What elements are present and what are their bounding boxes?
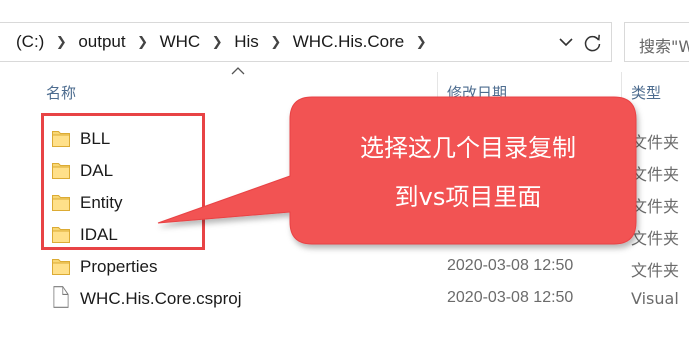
refresh-icon[interactable] <box>582 32 604 54</box>
callout-line-1: 选择这几个目录复制 <box>360 134 576 162</box>
file-type: 文件夹 <box>631 229 680 248</box>
column-divider[interactable] <box>437 72 438 108</box>
chevron-right-icon[interactable]: ❯ <box>261 34 291 50</box>
chevron-right-icon[interactable]: ❯ <box>406 34 436 50</box>
chevron-down-icon[interactable] <box>556 32 576 52</box>
file-row-properties[interactable]: Properties 2020-03-08 12:50 文件夹 <box>0 251 689 283</box>
breadcrumb-drive[interactable]: (C:) <box>14 32 46 52</box>
file-type: 文件夹 <box>631 261 680 280</box>
column-divider[interactable] <box>621 72 622 108</box>
file-date: 2020-03-08 12:50 <box>447 289 574 306</box>
breadcrumb-whc[interactable]: WHC <box>158 32 203 52</box>
file-icon <box>53 286 69 308</box>
file-type: 文件夹 <box>631 197 680 216</box>
column-header-name[interactable]: 名称 <box>46 82 76 103</box>
breadcrumb-output[interactable]: output <box>76 32 127 52</box>
chevron-right-icon[interactable]: ❯ <box>128 34 158 50</box>
folder-icon <box>52 259 70 275</box>
file-type: Visual <box>631 289 679 308</box>
chevron-right-icon[interactable]: ❯ <box>46 34 76 50</box>
breadcrumb-whc-his-core[interactable]: WHC.His.Core <box>291 32 406 52</box>
search-input[interactable]: 搜索"W <box>624 22 689 62</box>
callout-line-2: 到vs项目里面 <box>394 183 542 211</box>
search-placeholder: 搜索"W <box>639 37 689 56</box>
file-date: 2020-03-08 12:50 <box>447 225 574 242</box>
file-date: 2020-03-08 12:50 <box>447 257 574 274</box>
column-header-date[interactable]: 修改日期 <box>447 82 507 103</box>
file-name: WHC.His.Core.csproj <box>80 289 242 308</box>
file-row-csproj[interactable]: WHC.His.Core.csproj 2020-03-08 12:50 Vis… <box>0 283 689 315</box>
file-type: 文件夹 <box>631 133 680 152</box>
breadcrumb-his[interactable]: His <box>232 32 261 52</box>
column-header-type[interactable]: 类型 <box>631 82 661 103</box>
sort-up-icon <box>231 67 245 75</box>
highlight-box <box>41 113 205 250</box>
breadcrumb: (C:) ❯ output ❯ WHC ❯ His ❯ WHC.His.Core… <box>14 23 436 61</box>
chevron-right-icon[interactable]: ❯ <box>202 34 232 50</box>
address-bar[interactable]: (C:) ❯ output ❯ WHC ❯ His ❯ WHC.His.Core… <box>0 22 612 62</box>
file-type: 文件夹 <box>631 165 680 184</box>
file-name: Properties <box>80 257 158 276</box>
